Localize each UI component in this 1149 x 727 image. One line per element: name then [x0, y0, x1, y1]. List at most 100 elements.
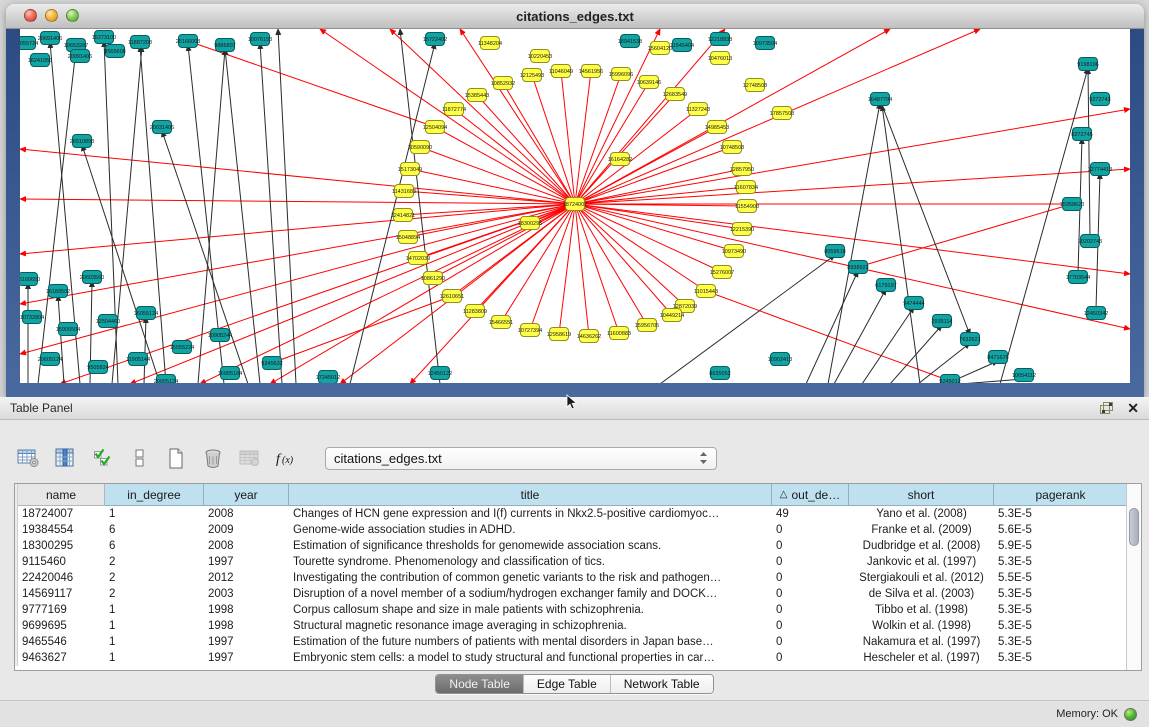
minimize-window-button[interactable] — [45, 9, 58, 22]
graph-node[interactable]: 11015443 — [694, 285, 718, 298]
graph-node[interactable]: 10590090 — [408, 141, 432, 154]
graph-node[interactable]: 10076153 — [248, 33, 272, 46]
graph-node[interactable]: 10476013 — [708, 52, 732, 65]
graph-node[interactable]: 11431683 — [392, 185, 416, 198]
graph-node[interactable]: 12414821 — [391, 209, 415, 222]
graph-node[interactable]: 20691406 — [38, 32, 62, 45]
scrollbar-thumb[interactable] — [1129, 508, 1139, 546]
graph-node[interactable]: 20605124 — [38, 353, 62, 366]
graph-node[interactable]: 15048894 — [396, 231, 420, 244]
graph-node[interactable]: 15956705 — [635, 319, 659, 332]
graph-node[interactable]: 10732804 — [20, 311, 44, 324]
table-row[interactable]: 946554611997Estimation of the future num… — [15, 634, 1141, 650]
graph-node[interactable]: 14702039 — [406, 252, 430, 265]
graph-node[interactable]: 7632621 — [959, 333, 980, 346]
graph-node[interactable]: 9474444 — [903, 297, 924, 310]
graph-node[interactable]: 12774413 — [1088, 163, 1112, 176]
column-header-year[interactable]: year — [204, 484, 289, 506]
graph-node[interactable]: 8635052 — [709, 367, 730, 380]
graph-node[interactable]: 12683549 — [663, 88, 687, 101]
graph-node[interactable]: 11348204 — [478, 37, 502, 50]
graph-node[interactable]: 17703544 — [1066, 271, 1090, 284]
graph-node[interactable]: 25160650 — [20, 273, 40, 286]
tab-network-table[interactable]: Network Table — [610, 675, 713, 693]
column-header-title[interactable]: title — [289, 484, 772, 506]
delete-column-icon[interactable] — [199, 444, 227, 472]
graph-node[interactable]: 9505824 — [87, 361, 108, 374]
select-all-columns-icon[interactable] — [88, 444, 116, 472]
graph-node[interactable]: 9245012 — [939, 375, 960, 384]
graph-node[interactable]: 8938923 — [847, 261, 868, 274]
graph-node[interactable]: 10852932 — [491, 77, 515, 90]
graph-node[interactable]: 10973490 — [722, 245, 746, 258]
show-columns-icon[interactable] — [51, 444, 79, 472]
graph-node[interactable]: 10748508 — [720, 141, 744, 154]
function-builder-icon[interactable]: f(x) — [273, 444, 301, 472]
graph-node[interactable]: 10449214 — [660, 309, 684, 322]
graph-node[interactable]: 16487794 — [868, 93, 892, 106]
graph-node[interactable]: 12504460 — [96, 315, 120, 328]
graph-node[interactable]: 16055724 — [20, 37, 38, 50]
graph-node[interactable]: 18300295 — [518, 217, 542, 230]
graph-node[interactable]: 10861290 — [421, 272, 445, 285]
graph-node[interactable]: 17245012 — [316, 371, 340, 384]
graph-node[interactable]: 16241056 — [28, 54, 52, 67]
graph-node[interactable]: 8471676 — [987, 351, 1008, 364]
graph-node[interactable]: 15273100 — [92, 31, 116, 44]
graph-node[interactable]: 25166008 — [176, 35, 200, 48]
graph-node[interactable]: 11887208 — [128, 36, 152, 49]
column-header-in_degree[interactable]: in_degree — [105, 484, 204, 506]
graph-node[interactable]: 12215390 — [730, 223, 754, 236]
column-header-out_de[interactable]: △out_de… — [772, 484, 849, 506]
graph-node[interactable]: 15996096 — [609, 68, 633, 81]
graph-node[interactable]: 11545404 — [670, 39, 694, 52]
table-row[interactable]: 1872400712008Changes of HCN gene express… — [15, 506, 1141, 522]
graph-node[interactable]: 12218838 — [708, 33, 732, 46]
graph-node[interactable]: 6179197 — [875, 279, 896, 292]
graph-node[interactable]: 14985453 — [705, 121, 729, 134]
graph-node[interactable]: 9565608 — [104, 45, 125, 58]
graph-node[interactable]: 18941538 — [618, 35, 642, 48]
new-column-icon[interactable] — [162, 444, 190, 472]
graph-node[interactable]: 16189502 — [46, 285, 70, 298]
table-row[interactable]: 977716911998Corpus callosum shape and si… — [15, 602, 1141, 618]
graph-node[interactable]: 17857508 — [770, 107, 794, 120]
graph-node[interactable]: 9245632 — [261, 357, 282, 370]
graph-node[interactable]: 15055224 — [170, 341, 194, 354]
table-row[interactable]: 1456911722003Disruption of a novel membe… — [15, 586, 1141, 602]
graph-node[interactable]: 20905124 — [154, 375, 178, 384]
graph-node[interactable]: 11046049 — [549, 65, 573, 78]
graph-node[interactable]: 10202743 — [1078, 235, 1102, 248]
graph-node[interactable]: 11554908 — [735, 200, 759, 213]
graph-node[interactable]: 10973504 — [753, 37, 777, 50]
graph-node[interactable]: 11905144 — [126, 353, 150, 366]
graph-node[interactable]: 18724007 — [563, 198, 587, 211]
graph-node[interactable]: 12958619 — [547, 328, 571, 341]
graph-node[interactable]: 11327243 — [686, 103, 710, 116]
graph-node[interactable]: 26510898 — [70, 135, 94, 148]
table-row[interactable]: 946362711997Embryonic stem cells: a mode… — [15, 650, 1141, 666]
graph-node[interactable]: 8059518 — [824, 245, 845, 258]
zoom-window-button[interactable] — [66, 9, 79, 22]
graph-node[interactable]: 16164282 — [608, 153, 632, 166]
graph-node[interactable]: 15722402 — [423, 33, 447, 46]
close-panel-icon[interactable]: ✕ — [1127, 401, 1139, 415]
graph-node[interactable]: 11600883 — [607, 327, 631, 340]
graph-node[interactable]: 12450122 — [428, 367, 452, 380]
table-selector-dropdown[interactable]: citations_edges.txt — [325, 447, 717, 470]
graph-node[interactable]: 12857950 — [730, 163, 754, 176]
graph-node[interactable]: 15276007 — [710, 266, 734, 279]
graph-node[interactable]: 12610651 — [440, 290, 464, 303]
graph-node[interactable]: 20603560 — [80, 271, 104, 284]
graph-node[interactable]: 2935114 — [931, 315, 952, 328]
graph-node[interactable]: 10905244 — [208, 329, 232, 342]
graph-node[interactable]: 16055124 — [134, 307, 158, 320]
graph-node[interactable]: 15173049 — [398, 163, 422, 176]
graph-node[interactable]: 10639146 — [637, 76, 661, 89]
table-row[interactable]: 911546021997Tourette syndrome. Phenomeno… — [15, 554, 1141, 570]
graph-node[interactable]: 12450342 — [1084, 307, 1108, 320]
graph-node[interactable]: 12748508 — [743, 79, 767, 92]
float-panel-icon[interactable] — [1099, 401, 1115, 415]
graph-node[interactable]: 15604120 — [648, 42, 672, 55]
graph-node[interactable]: 15385443 — [465, 89, 489, 102]
